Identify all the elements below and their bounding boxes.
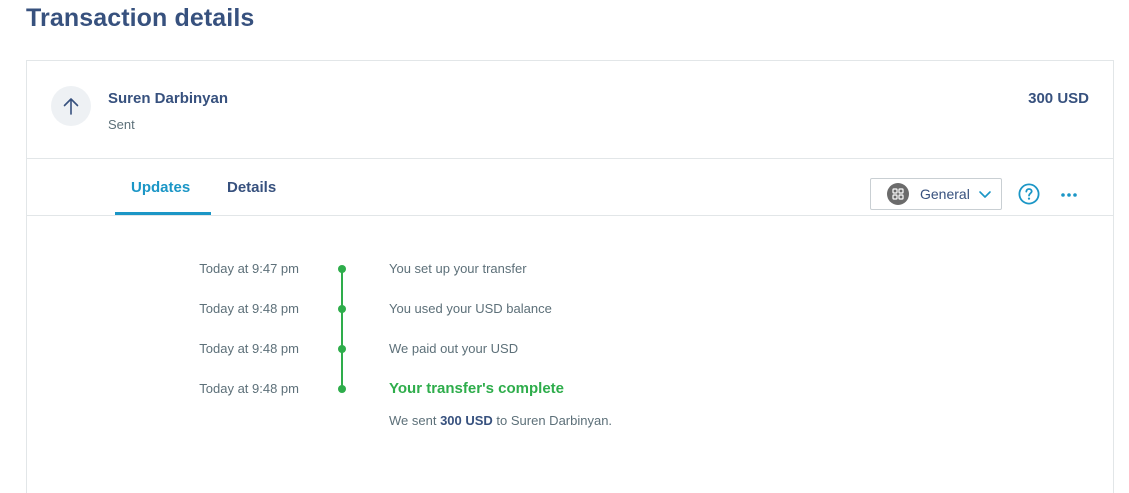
recipient-name: Suren Darbinyan — [108, 90, 229, 107]
timeline-time: Today at 9:48 pm — [199, 381, 299, 396]
completion-summary: We sent 300 USD to Suren Darbinyan. — [389, 413, 612, 428]
timeline-line — [341, 269, 343, 389]
timeline-time: Today at 9:48 pm — [199, 301, 299, 316]
category-select-label: General — [920, 186, 970, 202]
timeline-event: You used your USD balance — [389, 301, 552, 316]
transaction-timeline: Today at 9:47 pm You set up your transfe… — [27, 216, 1113, 493]
category-select[interactable]: General — [870, 178, 1002, 210]
transaction-card: Suren Darbinyan Sent 300 USD Updates Det… — [26, 60, 1114, 493]
timeline-event: You set up your transfer — [389, 261, 527, 276]
summary-prefix: We sent — [389, 413, 441, 428]
transaction-header: Suren Darbinyan Sent 300 USD — [27, 61, 1113, 159]
timeline-dot — [338, 265, 346, 273]
summary-amount: 300 USD — [440, 413, 493, 428]
timeline-dot — [338, 305, 346, 313]
help-circle-icon[interactable] — [1018, 183, 1040, 205]
tab-bar: Updates Details General — [27, 159, 1113, 216]
grid-icon — [887, 183, 909, 205]
timeline-dot — [338, 345, 346, 353]
arrow-up-icon — [51, 86, 91, 126]
page-title: Transaction details — [26, 4, 255, 32]
timeline-event: We paid out your USD — [389, 341, 519, 356]
timeline-dot — [338, 385, 346, 393]
timeline-time: Today at 9:47 pm — [199, 261, 299, 276]
transaction-amount: 300 USD — [1028, 90, 1089, 107]
timeline-time: Today at 9:48 pm — [199, 341, 299, 356]
active-tab-indicator — [115, 212, 211, 215]
tab-details[interactable]: Details — [227, 179, 276, 196]
more-horizontal-icon[interactable] — [1060, 188, 1080, 200]
chevron-down-icon — [978, 187, 992, 206]
summary-suffix: to Suren Darbinyan. — [492, 413, 613, 428]
tab-updates[interactable]: Updates — [131, 179, 190, 196]
transaction-status: Sent — [108, 117, 135, 132]
timeline-event-complete: Your transfer's complete — [389, 380, 565, 397]
